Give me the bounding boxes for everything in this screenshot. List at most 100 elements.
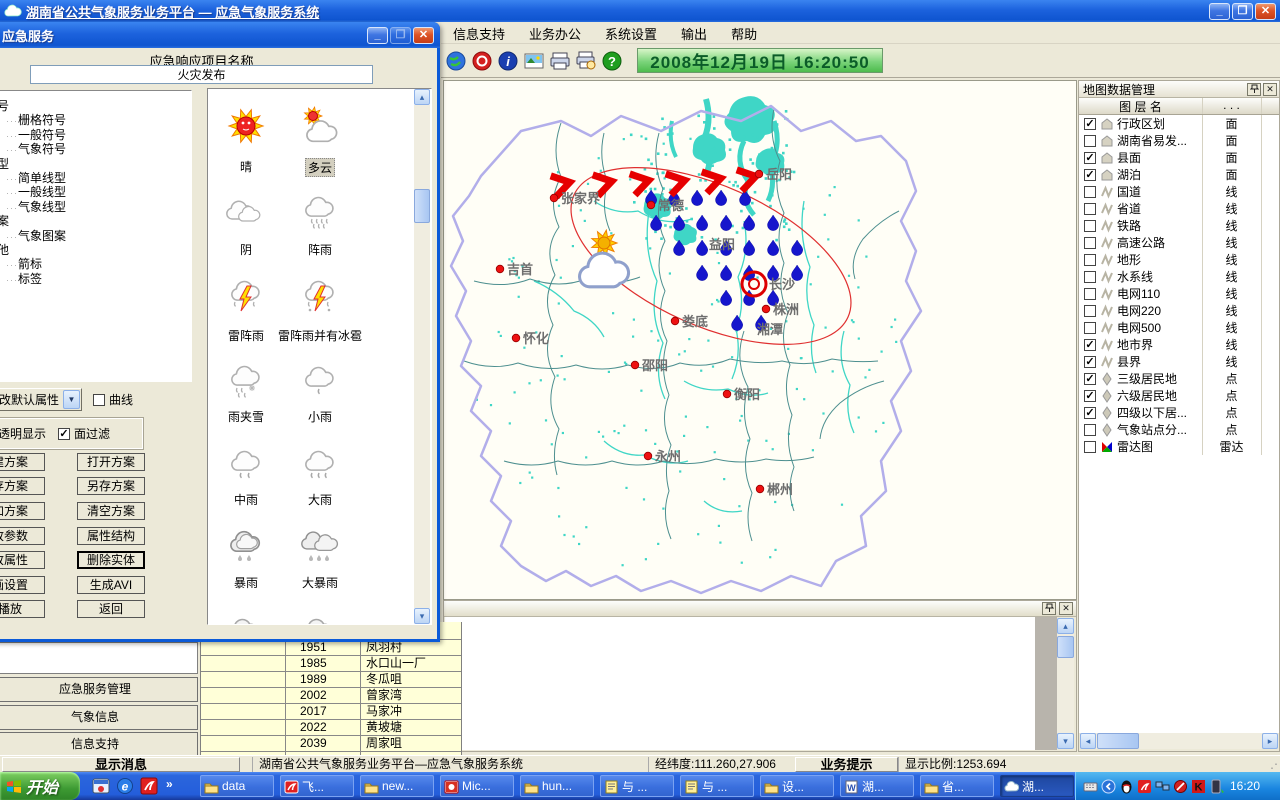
weather-icon-sun-cloud[interactable] bbox=[298, 106, 342, 150]
city-怀化[interactable]: 怀化 bbox=[512, 331, 549, 346]
layer-checkbox[interactable]: ✓ bbox=[1084, 118, 1096, 130]
layer-row-地形[interactable]: 地形线 bbox=[1079, 251, 1279, 268]
layer-row-气象站点分...[interactable]: 气象站点分...点 bbox=[1079, 421, 1279, 438]
layer-checkbox[interactable] bbox=[1084, 254, 1096, 266]
layer-row-水系线[interactable]: 水系线线 bbox=[1079, 268, 1279, 285]
layer-checkbox[interactable] bbox=[1084, 305, 1096, 317]
close-button[interactable]: ✕ bbox=[1255, 3, 1276, 20]
table-row[interactable]: 1985水口山一厂 bbox=[201, 656, 461, 672]
dialog-close-button[interactable]: ✕ bbox=[413, 27, 434, 44]
city-邵阳[interactable]: 邵阳 bbox=[631, 358, 668, 373]
taskbar-task-0[interactable]: data bbox=[200, 775, 274, 797]
layer-checkbox[interactable] bbox=[1084, 271, 1096, 283]
plan-button-属性结构[interactable]: 属性结构 bbox=[77, 527, 145, 545]
phone-tray-icon[interactable] bbox=[1209, 779, 1224, 794]
dialog-minimize-button[interactable]: _ bbox=[367, 27, 388, 44]
menu-item-2[interactable]: 系统设置 bbox=[593, 22, 669, 45]
layer-row-铁路[interactable]: 铁路线 bbox=[1079, 217, 1279, 234]
layer-row-国道[interactable]: 国道线 bbox=[1079, 183, 1279, 200]
map-canvas[interactable]: 张家界常德岳阳益阳长沙吉首娄底湘潭株洲怀化邵阳衡阳永州郴州 bbox=[443, 80, 1077, 600]
default-attr-dropdown[interactable]: 改默认属性 ▼ bbox=[0, 388, 82, 411]
city-吉首[interactable]: 吉首 bbox=[496, 262, 533, 277]
close-panel-icon[interactable]: ✕ bbox=[1059, 602, 1073, 615]
weather-label[interactable]: 雨夹雪 bbox=[226, 408, 266, 425]
plan-button-返回[interactable]: 返回 bbox=[77, 600, 145, 618]
layer-row-湖泊[interactable]: ✓湖泊面 bbox=[1079, 166, 1279, 183]
close-panel-icon[interactable]: ✕ bbox=[1263, 83, 1277, 96]
table-row[interactable]: 1989冬瓜咀 bbox=[201, 672, 461, 688]
tree-item[interactable]: ···气象符号 bbox=[0, 142, 191, 156]
table-row[interactable]: 2017马家冲 bbox=[201, 704, 461, 720]
weather-label[interactable]: 阵雨 bbox=[306, 241, 334, 258]
layer-row-县面[interactable]: ✓县面面 bbox=[1079, 149, 1279, 166]
taskbar-task-4[interactable]: hun... bbox=[520, 775, 594, 797]
weather-icon-sun[interactable] bbox=[224, 106, 268, 150]
layer-checkbox[interactable] bbox=[1084, 322, 1096, 334]
scroll-down-icon[interactable]: ▾ bbox=[1057, 733, 1074, 749]
menu-item-4[interactable]: 帮助 bbox=[719, 22, 769, 45]
project-name-input[interactable] bbox=[30, 65, 373, 84]
scroll-thumb[interactable] bbox=[414, 189, 430, 223]
layer-row-省道[interactable]: 省道线 bbox=[1079, 200, 1279, 217]
city-娄底[interactable]: 娄底 bbox=[671, 314, 708, 329]
layer-row-电网500[interactable]: 电网500线 bbox=[1079, 319, 1279, 336]
qq-tray-icon[interactable] bbox=[1119, 779, 1134, 794]
info-icon[interactable]: i bbox=[497, 50, 519, 72]
dialog-maximize-button[interactable]: ❐ bbox=[390, 27, 411, 44]
tree-item[interactable]: ···一般符号 bbox=[0, 128, 191, 142]
tree-item[interactable]: 型 bbox=[0, 157, 191, 171]
layer-checkbox[interactable] bbox=[1084, 288, 1096, 300]
layer-checkbox[interactable]: ✓ bbox=[1084, 356, 1096, 368]
plan-button-改参数[interactable]: 改参数 bbox=[0, 527, 45, 545]
curve-checkbox[interactable]: 曲线 bbox=[88, 391, 133, 408]
weather-label[interactable]: 雷阵雨并有冰雹 bbox=[276, 327, 364, 344]
menu-item-0[interactable]: 信息支持 bbox=[441, 22, 517, 45]
tree-item[interactable]: ···栅格符号 bbox=[0, 113, 191, 127]
layer-row-雷达图[interactable]: 雷达图雷达 bbox=[1079, 438, 1279, 455]
pin-icon[interactable] bbox=[1247, 83, 1261, 96]
plan-button-画设置[interactable]: 画设置 bbox=[0, 576, 45, 594]
weather-label[interactable]: 雷阵雨 bbox=[226, 327, 266, 344]
scroll-left-icon[interactable]: ◂ bbox=[1080, 733, 1096, 749]
layer-row-四级以下居...[interactable]: ✓四级以下居...点 bbox=[1079, 404, 1279, 421]
layer-checkbox[interactable] bbox=[1084, 220, 1096, 232]
taskbar-task-8[interactable]: W湖... bbox=[840, 775, 914, 797]
weather-label[interactable]: 暴雨 bbox=[232, 574, 260, 591]
checkbox-icon[interactable]: ✓ bbox=[58, 428, 70, 440]
weather-vscrollbar[interactable]: ▴ ▾ bbox=[414, 89, 431, 624]
table-row[interactable]: 2002曾家湾 bbox=[201, 688, 461, 704]
layer-row-行政区划[interactable]: ✓行政区划面 bbox=[1079, 115, 1279, 132]
weather-icon-rain-light[interactable] bbox=[298, 358, 342, 402]
plan-button-建方案[interactable]: 建方案 bbox=[0, 453, 45, 471]
plan-button-生成AVI[interactable]: 生成AVI bbox=[77, 576, 145, 594]
globe-icon[interactable] bbox=[445, 50, 467, 72]
chevron-down-icon[interactable]: ▼ bbox=[63, 390, 80, 409]
chevron-tray-icon[interactable] bbox=[1101, 779, 1116, 794]
minimize-button[interactable]: _ bbox=[1209, 3, 1230, 20]
tree-item[interactable]: ···一般线型 bbox=[0, 185, 191, 199]
nav-list-box[interactable] bbox=[0, 642, 198, 674]
table-row[interactable]: 2039周家咀 bbox=[201, 736, 461, 752]
symbol-tree[interactable]: 号···栅格符号···一般符号···气象符号型···简单线型···一般线型···… bbox=[0, 90, 192, 382]
ie-quicklaunch-icon[interactable]: e bbox=[116, 777, 134, 795]
plan-button-另存方案[interactable]: 另存方案 bbox=[77, 477, 145, 495]
tree-item[interactable]: ···简单线型 bbox=[0, 171, 191, 185]
layers-column-header[interactable]: 图 层 名 . . . bbox=[1079, 98, 1279, 115]
tree-item[interactable]: ···箭标 bbox=[0, 257, 191, 271]
weather-icon-shower[interactable] bbox=[298, 189, 342, 233]
tree-item[interactable]: 案 bbox=[0, 214, 191, 228]
weather-label[interactable]: 小雨 bbox=[306, 408, 334, 425]
table-row[interactable]: 1951凤羽村 bbox=[201, 640, 461, 656]
weather-icon-storm-heavy[interactable] bbox=[298, 523, 342, 567]
start-button[interactable]: 开始 bbox=[0, 772, 80, 800]
layer-row-电网110[interactable]: 电网110线 bbox=[1079, 285, 1279, 302]
taskbar-task-2[interactable]: new... bbox=[360, 775, 434, 797]
weather-label[interactable]: 阴 bbox=[238, 241, 254, 258]
weather-icon-storm[interactable] bbox=[224, 523, 268, 567]
tree-item[interactable]: ···气象图案 bbox=[0, 229, 191, 243]
plan-button-改属性[interactable]: 改属性 bbox=[0, 551, 45, 569]
dialog-titlebar[interactable]: 应急服务 _ ❐ ✕ bbox=[0, 22, 440, 48]
fetion-quicklaunch-icon[interactable] bbox=[140, 777, 158, 795]
scroll-up-icon[interactable]: ▴ bbox=[1057, 618, 1074, 634]
layer-checkbox[interactable]: ✓ bbox=[1084, 169, 1096, 181]
